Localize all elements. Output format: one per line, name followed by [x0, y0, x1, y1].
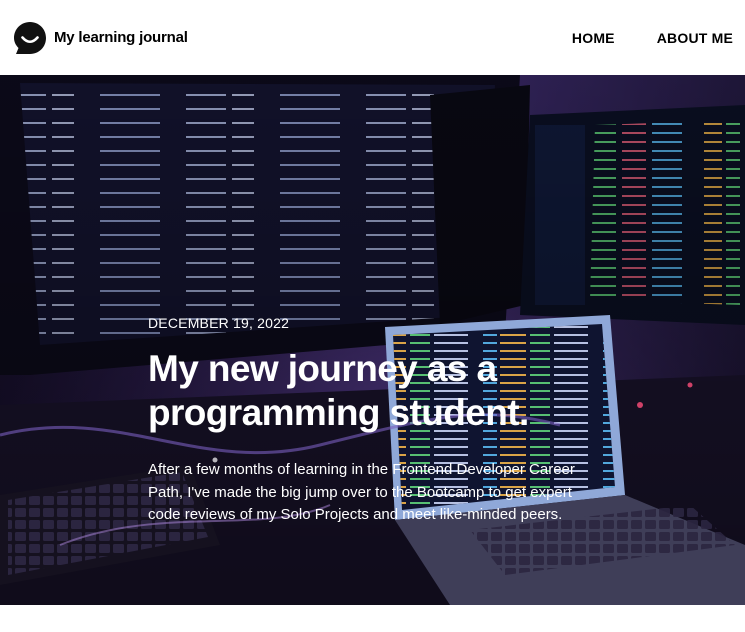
- page-bottom-spacer: [0, 605, 745, 632]
- post-excerpt: After a few months of learning in the Fr…: [148, 461, 575, 523]
- post-title[interactable]: My new journey as a programming student.: [148, 347, 568, 435]
- main-nav: HOME ABOUT ME: [572, 30, 733, 46]
- nav-about-link[interactable]: ABOUT ME: [657, 30, 733, 46]
- brand-title: My learning journal: [54, 29, 188, 46]
- site-header: My learning journal HOME ABOUT ME: [0, 0, 745, 75]
- nav-home-link[interactable]: HOME: [572, 30, 615, 46]
- hero-content: DECEMBER 19, 2022 My new journey as a pr…: [148, 315, 588, 527]
- brand-home-link[interactable]: My learning journal: [12, 20, 188, 56]
- hero-banner[interactable]: DECEMBER 19, 2022 My new journey as a pr…: [0, 75, 745, 605]
- post-date: DECEMBER 19, 2022: [148, 315, 290, 331]
- speech-bubble-smile-icon: [14, 21, 46, 54]
